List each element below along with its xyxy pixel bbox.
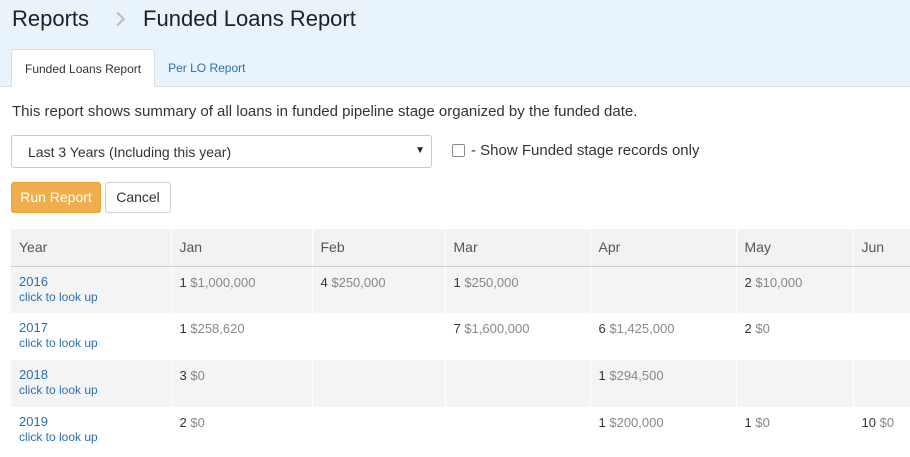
month-cell [312,407,446,454]
month-cell: 1 $200,000 [590,407,737,454]
year-link[interactable]: 2018 [19,368,171,382]
year-link[interactable]: 2019 [19,415,171,429]
month-cell: 10 $0 [853,407,910,454]
loan-count: 10 [861,415,876,430]
report-tabs: Funded Loans Report Per LO Report [11,49,258,87]
year-link[interactable]: 2017 [19,321,171,335]
table-row: 2019 click to look up 2 $0 1 $200,000 1 … [11,407,910,454]
look-up-link[interactable]: click to look up [19,335,171,351]
loan-amount: $0 [190,368,205,383]
loan-amount: $250,000 [331,274,386,290]
loan-count: 1 [598,368,606,383]
month-cell: 2 $0 [171,407,313,454]
loan-count: 3 [179,368,187,383]
loan-amount: $10,000 [755,274,803,290]
loan-count: 6 [598,321,606,336]
loan-count: 2 [744,274,752,290]
table-row: 2016 click to look up 1 $1,000,000 4 $25… [11,266,910,313]
column-header-may: May [736,229,854,267]
loan-amount: $0 [755,415,770,430]
page-header: Reports Funded Loans Report Funded Loans… [0,0,910,87]
loan-amount: $1,425,000 [609,321,675,336]
month-cell: 1 $250,000 [445,266,591,313]
look-up-link[interactable]: click to look up [19,429,171,445]
month-cell [312,313,446,360]
month-cell: 1 $258,620 [171,313,313,360]
column-header-jun: Jun [853,229,910,267]
loan-count: 1 [744,415,752,430]
month-cell: 1 $1,000,000 [171,266,313,313]
run-report-button[interactable]: Run Report [11,182,101,213]
loan-amount: $1,000,000 [190,274,256,290]
breadcrumb: Reports Funded Loans Report [12,6,356,32]
funded-loans-table: Year Jan Feb Mar Apr May Jun 2016 click … [11,229,910,454]
month-cell [590,266,737,313]
month-cell: 1 $294,500 [590,360,737,407]
loan-count: 2 [744,321,752,336]
loan-amount: $1,600,000 [464,321,530,336]
loan-count: 1 [179,274,187,290]
column-header-jan: Jan [171,229,313,267]
column-header-apr: Apr [590,229,737,267]
month-cell [853,360,910,407]
loan-count: 7 [453,321,461,336]
funded-only-checkbox[interactable] [452,144,465,157]
caret-down-icon: ▼ [415,145,425,156]
loan-count: 1 [453,274,461,290]
look-up-link[interactable]: click to look up [19,289,171,305]
breadcrumb-reports-link[interactable]: Reports [12,6,89,32]
table-header-row: Year Jan Feb Mar Apr May Jun [11,229,910,267]
table-row: 2018 click to look up 3 $0 1 $294,500 [11,360,910,407]
column-header-year: Year [11,229,172,267]
loan-amount: $200,000 [609,415,664,430]
funded-only-label: - Show Funded stage records only [471,142,700,159]
year-cell: 2017 click to look up [11,313,172,360]
month-cell: 4 $250,000 [312,266,446,313]
month-cell [445,360,591,407]
month-cell: 6 $1,425,000 [590,313,737,360]
cancel-button[interactable]: Cancel [105,182,171,213]
year-cell: 2016 click to look up [11,266,172,313]
month-cell [445,407,591,454]
month-cell: 7 $1,600,000 [445,313,591,360]
column-header-feb: Feb [312,229,446,267]
loan-amount: $258,620 [190,321,245,336]
loan-amount: $250,000 [464,274,519,290]
year-cell: 2018 click to look up [11,360,172,407]
month-cell [312,360,446,407]
month-cell [853,266,910,313]
loan-amount: $0 [879,415,895,430]
loan-count: 1 [598,415,606,430]
chevron-right-icon [110,11,126,27]
year-cell: 2019 click to look up [11,407,172,454]
tab-funded-loans-report[interactable]: Funded Loans Report [11,49,156,87]
date-range-selected-value: Last 3 Years (Including this year) [28,144,232,160]
page-title: Funded Loans Report [143,6,356,31]
tab-per-lo-report[interactable]: Per LO Report [155,49,258,87]
table-row: 2017 click to look up 1 $258,620 7 $1,60… [11,313,910,360]
month-cell: 2 $10,000 [736,266,854,313]
month-cell: 3 $0 [171,360,313,407]
look-up-link[interactable]: click to look up [19,382,171,398]
month-cell: 1 $0 [736,407,854,454]
date-range-select[interactable]: Last 3 Years (Including this year) ▼ [11,135,432,168]
month-cell: 2 $0 [736,313,854,360]
funded-only-option: - Show Funded stage records only [452,142,699,159]
loan-count: 4 [320,274,328,290]
year-link[interactable]: 2016 [19,274,171,289]
month-cell [853,313,910,360]
month-cell [736,360,854,407]
column-header-mar: Mar [445,229,591,267]
loan-amount: $294,500 [609,368,664,383]
loan-amount: $0 [755,321,770,336]
loan-count: 2 [179,415,187,430]
loan-amount: $0 [190,415,205,430]
report-description: This report shows summary of all loans i… [12,103,638,120]
loan-count: 1 [179,321,187,336]
